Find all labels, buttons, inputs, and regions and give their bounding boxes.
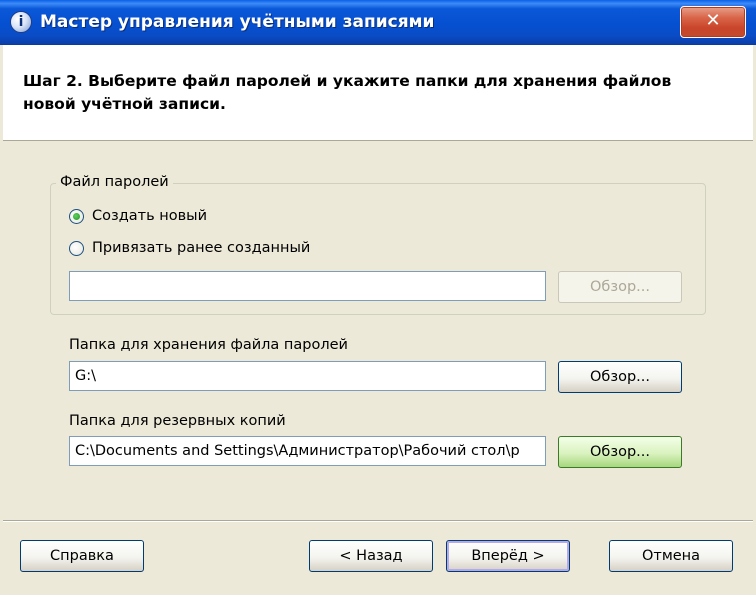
window-title: Мастер управления учётными записями xyxy=(40,12,435,32)
footer-separator xyxy=(3,520,753,522)
radio-link-existing[interactable]: Привязать ранее созданный xyxy=(69,240,310,256)
back-button[interactable]: < Назад xyxy=(309,540,433,572)
backup-folder-input[interactable]: C:\Documents and Settings\Администратор\… xyxy=(69,436,546,466)
info-icon: i xyxy=(10,11,32,33)
storage-folder-input[interactable]: G:\ xyxy=(69,361,546,391)
cancel-button[interactable]: Отмена xyxy=(609,540,733,572)
password-file-path-input[interactable] xyxy=(69,271,546,301)
storage-folder-label: Папка для хранения файла паролей xyxy=(69,337,348,353)
radio-button-checked[interactable] xyxy=(69,208,84,224)
wizard-window: i Мастер управления учётными записями ✕ … xyxy=(0,0,756,595)
next-button[interactable]: Вперёд > xyxy=(446,540,570,572)
backup-folder-label: Папка для резервных копий xyxy=(69,413,286,429)
close-button[interactable]: ✕ xyxy=(680,6,746,38)
help-button[interactable]: Справка xyxy=(20,540,144,572)
password-file-browse-button[interactable]: Обзор... xyxy=(558,271,682,303)
backup-folder-browse-button[interactable]: Обзор... xyxy=(558,436,682,468)
title-bar[interactable]: i Мастер управления учётными записями ✕ xyxy=(0,0,756,45)
password-file-group-label: Файл паролей xyxy=(56,174,173,190)
radio-create-new-label: Создать новый xyxy=(92,208,207,224)
radio-button-unchecked[interactable] xyxy=(69,240,84,256)
step-instruction: Шаг 2. Выберите файл паролей и укажите п… xyxy=(23,72,672,113)
radio-create-new[interactable]: Создать новый xyxy=(69,208,207,224)
radio-link-existing-label: Привязать ранее созданный xyxy=(92,240,311,256)
storage-folder-browse-button[interactable]: Обзор... xyxy=(558,361,682,393)
close-icon: ✕ xyxy=(705,10,721,31)
wizard-header: Шаг 2. Выберите файл паролей и укажите п… xyxy=(3,45,753,141)
